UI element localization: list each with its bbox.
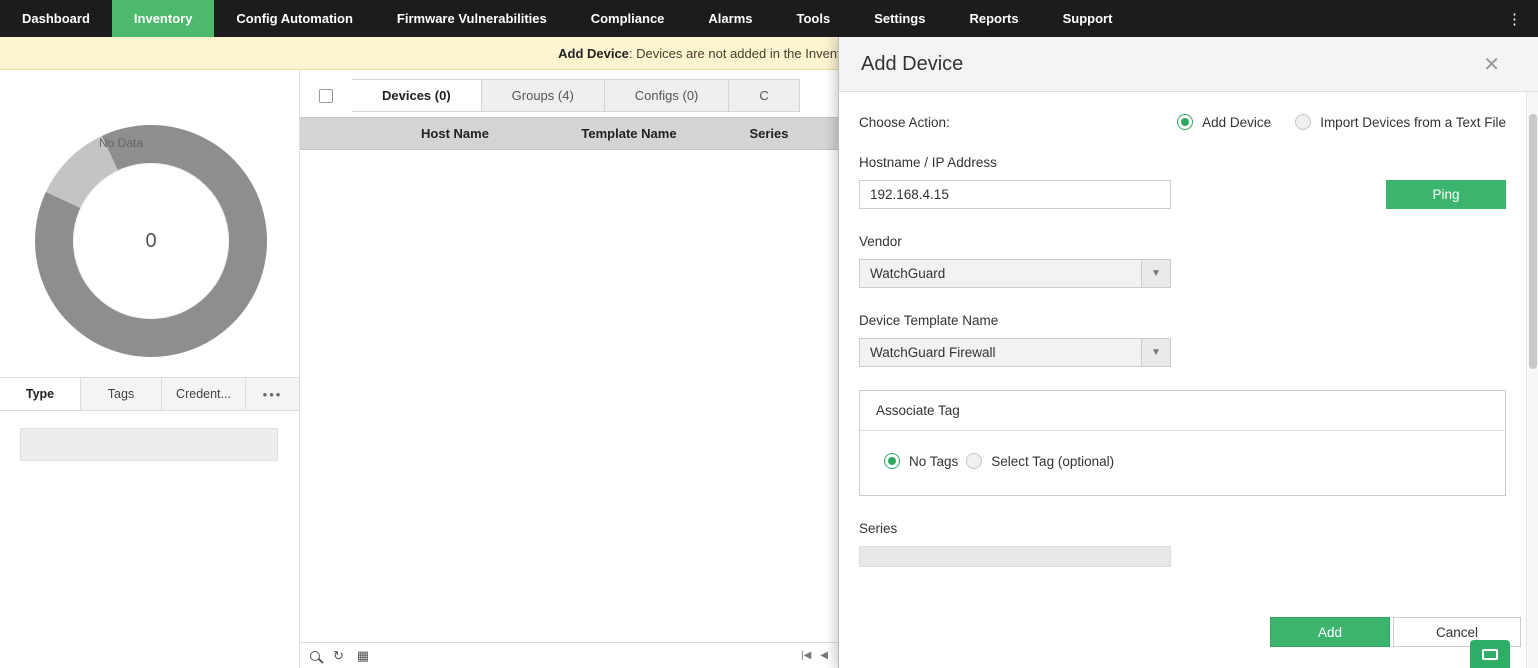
donut-chart: 0 bbox=[35, 125, 267, 357]
sidebar-more-button[interactable]: ••• bbox=[246, 378, 299, 410]
choose-action-row: Choose Action: Add Device Import Devices… bbox=[859, 114, 1506, 130]
nav-compliance[interactable]: Compliance bbox=[569, 0, 687, 37]
nav-alarms[interactable]: Alarms bbox=[686, 0, 774, 37]
nav-reports[interactable]: Reports bbox=[947, 0, 1040, 37]
close-icon[interactable]: ✕ bbox=[1483, 52, 1500, 77]
checkbox-cell bbox=[300, 79, 352, 112]
sidebar-tabs: Type Tags Credent... ••• bbox=[0, 377, 299, 411]
select-all-checkbox[interactable] bbox=[319, 89, 333, 103]
top-nav: Dashboard Inventory Config Automation Fi… bbox=[0, 0, 1538, 37]
tab-devices[interactable]: Devices (0) bbox=[352, 79, 482, 112]
chevron-down-icon[interactable]: ▼ bbox=[1141, 339, 1170, 366]
dialog-body: Choose Action: Add Device Import Devices… bbox=[839, 92, 1538, 567]
column-host-name: Host Name bbox=[352, 126, 558, 141]
nav-config-automation[interactable]: Config Automation bbox=[214, 0, 375, 37]
tab-groups[interactable]: Groups (4) bbox=[482, 79, 605, 112]
associate-tag-label: Associate Tag bbox=[860, 391, 1505, 431]
column-series: Series bbox=[700, 126, 838, 141]
radio-import-devices[interactable]: Import Devices from a Text File bbox=[1295, 114, 1506, 130]
scrollbar-thumb[interactable] bbox=[1529, 114, 1537, 369]
donut-value: 0 bbox=[73, 163, 229, 319]
radio-select-tag[interactable]: Select Tag (optional) bbox=[966, 453, 1114, 469]
radio-select-tag-icon[interactable] bbox=[966, 453, 982, 469]
tab-configs[interactable]: Configs (0) bbox=[605, 79, 730, 112]
donut-no-data-label: No Data bbox=[99, 136, 143, 150]
radio-no-tags-label: No Tags bbox=[909, 454, 958, 469]
series-input bbox=[859, 546, 1171, 567]
grid-view-icon[interactable]: ▦ bbox=[357, 649, 369, 662]
nav-dashboard[interactable]: Dashboard bbox=[0, 0, 112, 37]
more-menu-icon[interactable]: ⋮ bbox=[1491, 0, 1538, 37]
radio-import-devices-icon[interactable] bbox=[1295, 114, 1311, 130]
first-page-icon[interactable]: |◀ bbox=[801, 650, 811, 661]
add-button[interactable]: Add bbox=[1270, 617, 1390, 647]
action-radio-group: Add Device Import Devices from a Text Fi… bbox=[1177, 114, 1506, 130]
search-icon[interactable] bbox=[310, 651, 320, 661]
column-template-name: Template Name bbox=[558, 126, 700, 141]
table-header: Host Name Template Name Series bbox=[300, 117, 838, 150]
inventory-tab-row: Devices (0) Groups (4) Configs (0) C bbox=[300, 79, 838, 112]
tab-truncated[interactable]: C bbox=[729, 79, 799, 112]
add-device-dialog: Add Device ✕ Choose Action: Add Device I… bbox=[838, 37, 1538, 668]
radio-select-tag-label: Select Tag (optional) bbox=[991, 454, 1114, 469]
sidebar-tab-type[interactable]: Type bbox=[0, 378, 81, 410]
table-toolbar: ↻ ▦ |◀ ◀ bbox=[300, 642, 838, 668]
inventory-table: Devices (0) Groups (4) Configs (0) C Hos… bbox=[300, 70, 838, 668]
choose-action-label: Choose Action: bbox=[859, 115, 950, 130]
chevron-down-icon[interactable]: ▼ bbox=[1141, 260, 1170, 287]
radio-no-tags[interactable]: No Tags bbox=[884, 453, 958, 469]
device-template-label: Device Template Name bbox=[859, 313, 1506, 328]
radio-no-tags-icon[interactable] bbox=[884, 453, 900, 469]
hostname-label: Hostname / IP Address bbox=[859, 155, 1506, 170]
sidebar-filter-box[interactable] bbox=[20, 428, 278, 461]
radio-add-device[interactable]: Add Device bbox=[1177, 114, 1271, 130]
nav-firmware-vulnerabilities[interactable]: Firmware Vulnerabilities bbox=[375, 0, 569, 37]
associate-tag-options: No Tags Select Tag (optional) bbox=[860, 431, 1505, 495]
prev-page-icon[interactable]: ◀ bbox=[820, 650, 828, 661]
pagination: |◀ ◀ bbox=[801, 650, 828, 661]
toolbar-icons: ↻ ▦ bbox=[310, 649, 369, 662]
nav-settings[interactable]: Settings bbox=[852, 0, 947, 37]
sidebar: No Data 0 Type Tags Credent... ••• bbox=[0, 70, 300, 668]
radio-import-devices-label: Import Devices from a Text File bbox=[1320, 115, 1506, 130]
device-template-value: WatchGuard Firewall bbox=[860, 339, 1141, 366]
nav-inventory[interactable]: Inventory bbox=[112, 0, 215, 37]
device-template-dropdown[interactable]: WatchGuard Firewall ▼ bbox=[859, 338, 1171, 367]
radio-add-device-label: Add Device bbox=[1202, 115, 1271, 130]
panel-scrollbar[interactable] bbox=[1526, 92, 1538, 668]
sidebar-tab-tags[interactable]: Tags bbox=[81, 378, 162, 410]
nav-support[interactable]: Support bbox=[1041, 0, 1135, 37]
associate-tag-box: Associate Tag No Tags Select Tag (option… bbox=[859, 390, 1506, 496]
dialog-header: Add Device ✕ bbox=[839, 37, 1538, 92]
vendor-label: Vendor bbox=[859, 234, 1506, 249]
window-icon bbox=[1482, 649, 1498, 660]
hostname-input[interactable] bbox=[859, 180, 1171, 209]
feedback-widget-button[interactable] bbox=[1470, 640, 1510, 668]
radio-add-device-icon[interactable] bbox=[1177, 114, 1193, 130]
hostname-row: Ping bbox=[859, 180, 1506, 209]
sidebar-tab-credentials[interactable]: Credent... bbox=[162, 378, 246, 410]
ping-button[interactable]: Ping bbox=[1386, 180, 1506, 209]
nav-tools[interactable]: Tools bbox=[774, 0, 852, 37]
banner-title: Add Device bbox=[558, 46, 629, 61]
vendor-value: WatchGuard bbox=[860, 260, 1141, 287]
dialog-title: Add Device bbox=[861, 53, 963, 76]
series-label: Series bbox=[859, 521, 1506, 536]
refresh-icon[interactable]: ↻ bbox=[333, 649, 344, 662]
vendor-dropdown[interactable]: WatchGuard ▼ bbox=[859, 259, 1171, 288]
